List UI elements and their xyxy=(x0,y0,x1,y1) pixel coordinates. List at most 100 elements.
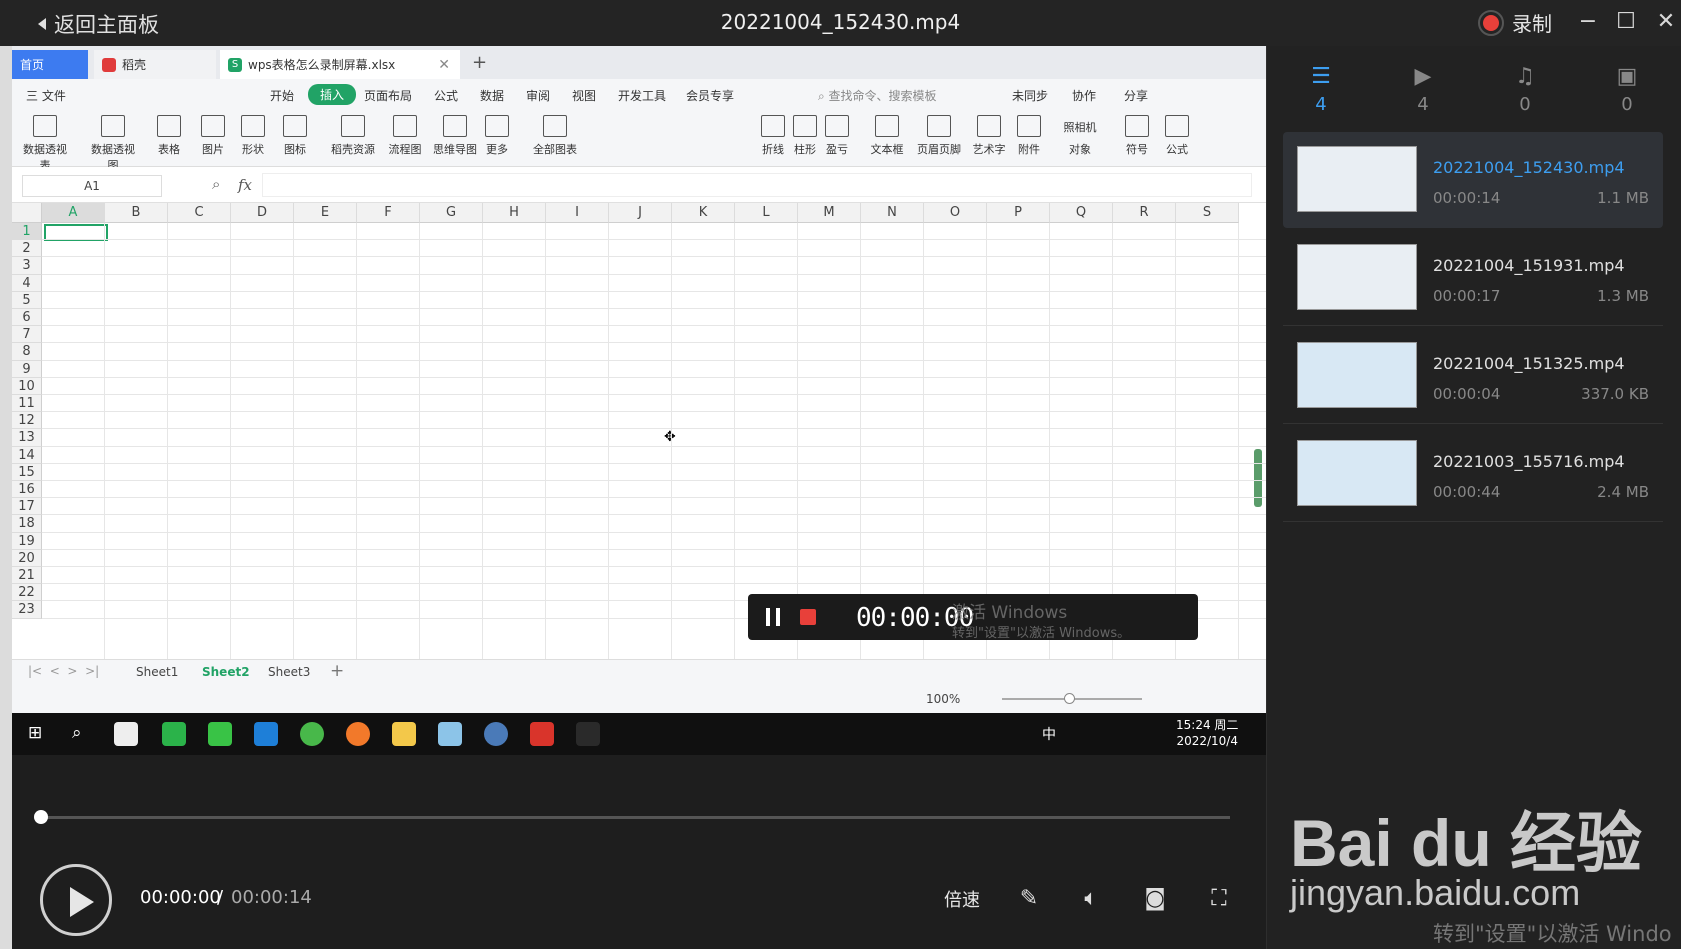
playback-progress-bar[interactable] xyxy=(40,816,1230,819)
play-button[interactable] xyxy=(40,864,112,936)
watermark-activate: 转到"设置"以激活 Windo xyxy=(1433,922,1672,946)
ribbon-label: 附件 xyxy=(1018,143,1040,156)
menu-page-layout: 页面布局 xyxy=(364,89,413,103)
video-icon: ▶ xyxy=(1414,64,1432,89)
grid-vline xyxy=(104,223,105,659)
tab-workbook: Swps表格怎么录制屏幕.xlsx ✕ xyxy=(220,50,460,79)
volume-icon[interactable]: 🔈︎ xyxy=(1076,886,1106,912)
fullscreen-icon[interactable]: ⛶ xyxy=(1204,886,1234,912)
sheet-tab-2: Sheet2 xyxy=(202,665,250,679)
sheet-file-icon: S xyxy=(228,57,242,72)
video-preview[interactable]: 首页 稻壳 Swps表格怎么录制屏幕.xlsx ✕ + 三 文件 开始 插入 页面… xyxy=(12,46,1266,755)
grid-hline xyxy=(42,428,1266,430)
ribbon-label: 全部图表 xyxy=(533,143,577,156)
search-icon: ⌕ xyxy=(818,89,829,103)
windows-taskbar: ⊞ ⌕ 中 15:24 周二 2022/10/4 xyxy=(12,713,1266,755)
column-header: C xyxy=(168,203,231,223)
row-header: 7 xyxy=(12,326,42,344)
column-header: N xyxy=(861,203,924,223)
header-footer-icon xyxy=(927,115,951,137)
ribbon-table: 表格 xyxy=(144,113,194,157)
firefox-icon xyxy=(346,722,370,746)
row-header: 23 xyxy=(12,601,42,619)
activate-windows-title: 激活 Windows xyxy=(952,603,1068,623)
ribbon-pivot-chart: 数据透视图 xyxy=(88,113,138,173)
playback-speed-button[interactable]: 倍速 xyxy=(944,886,980,912)
file-item[interactable]: 20221003_155716.mp4 00:00:44 2.4 MB xyxy=(1283,426,1663,522)
ribbon-equation: 公式 xyxy=(1152,113,1202,157)
ribbon-label: 更多 xyxy=(486,143,508,156)
ribbon-label: 公式 xyxy=(1166,143,1188,156)
menu-review: 审阅 xyxy=(526,89,551,103)
daoke-res-icon xyxy=(341,115,365,137)
grid-vline xyxy=(293,223,294,659)
row-header: 22 xyxy=(12,584,42,602)
watermark-url: jingyan.baidu.com xyxy=(1290,872,1581,913)
file-item[interactable]: 20221004_151931.mp4 00:00:17 1.3 MB xyxy=(1283,230,1663,326)
tab-image[interactable]: ▣ 0 xyxy=(1597,64,1657,115)
edge-icon xyxy=(254,722,278,746)
grid-hline xyxy=(42,514,1266,516)
zoom-search-icon: ⌕ xyxy=(212,175,221,193)
formula-bar: A1 ⌕ fx xyxy=(12,167,1266,203)
file-duration: 00:00:14 xyxy=(1433,189,1501,207)
sheet-tab-3: Sheet3 xyxy=(268,665,311,679)
row-header: 19 xyxy=(12,532,42,550)
record-label: 录制 xyxy=(1512,12,1552,36)
taskbar-search-icon: ⌕ xyxy=(72,723,82,743)
back-to-main-button[interactable]: 返回主面板 xyxy=(38,9,159,39)
record-button[interactable]: 录制 xyxy=(1478,8,1552,37)
mindmap-icon xyxy=(443,115,467,137)
row-header: 16 xyxy=(12,481,42,499)
sync-status: 未同步 xyxy=(1012,89,1049,103)
column-header: H xyxy=(483,203,546,223)
tab-all[interactable]: ☰ 4 xyxy=(1291,64,1351,115)
total-time: 00:00:14 xyxy=(231,887,312,908)
ribbon-label: 稻壳资源 xyxy=(331,143,375,156)
file-name: 20221004_151931.mp4 xyxy=(1433,256,1625,275)
snapshot-camera-icon[interactable]: ◙ xyxy=(1140,886,1170,912)
pause-icon xyxy=(766,608,780,626)
column-header: Q xyxy=(1050,203,1113,223)
tab-video[interactable]: ▶ 4 xyxy=(1393,64,1453,115)
ribbon-pivot-table: 数据透视表 xyxy=(20,113,70,173)
back-label: 返回主面板 xyxy=(54,13,159,37)
progress-knob[interactable] xyxy=(34,810,48,824)
column-header: I xyxy=(546,203,609,223)
grid-hline xyxy=(42,497,1266,499)
ribbon-label: 流程图 xyxy=(388,143,422,156)
grid-hline xyxy=(42,480,1266,481)
grid-vline xyxy=(419,223,420,659)
music-icon: ♫ xyxy=(1515,64,1535,89)
grid-vline xyxy=(734,223,735,659)
grid-hline xyxy=(42,239,1266,241)
column-header: K xyxy=(672,203,735,223)
file-duration: 00:00:04 xyxy=(1433,385,1501,403)
column-header: L xyxy=(735,203,798,223)
grid-hline xyxy=(42,566,1266,567)
row-header: 9 xyxy=(12,360,42,378)
current-time: 00:00:00 xyxy=(140,887,221,908)
brush-icon[interactable]: ✎ xyxy=(1014,886,1044,912)
row-header: 12 xyxy=(12,412,42,430)
file-name: 20221003_155716.mp4 xyxy=(1433,452,1625,471)
share-label: 分享 xyxy=(1124,89,1149,103)
column-header: P xyxy=(987,203,1050,223)
textbox-icon xyxy=(875,115,899,137)
file-size: 2.4 MB xyxy=(1597,483,1649,501)
column-header: G xyxy=(420,203,483,223)
back-arrow-icon xyxy=(38,18,46,30)
ribbon-label: 思维导图 xyxy=(433,143,477,156)
file-item[interactable]: 20221004_152430.mp4 00:00:14 1.1 MB xyxy=(1283,132,1663,228)
file-item[interactable]: 20221004_151325.mp4 00:00:04 337.0 KB xyxy=(1283,328,1663,424)
tab-daoke: 稻壳 xyxy=(94,50,216,79)
grid-hline xyxy=(42,308,1266,309)
ribbon-label: 对象 xyxy=(1069,143,1091,156)
maximize-button[interactable]: ☐ xyxy=(1612,9,1640,34)
tab-audio[interactable]: ♫ 0 xyxy=(1495,64,1555,115)
close-button[interactable]: ✕ xyxy=(1652,9,1680,34)
wps-icon xyxy=(530,722,554,746)
recorder-icon xyxy=(576,722,600,746)
icon-lib-icon xyxy=(283,115,307,137)
minimize-button[interactable]: − xyxy=(1574,9,1602,34)
